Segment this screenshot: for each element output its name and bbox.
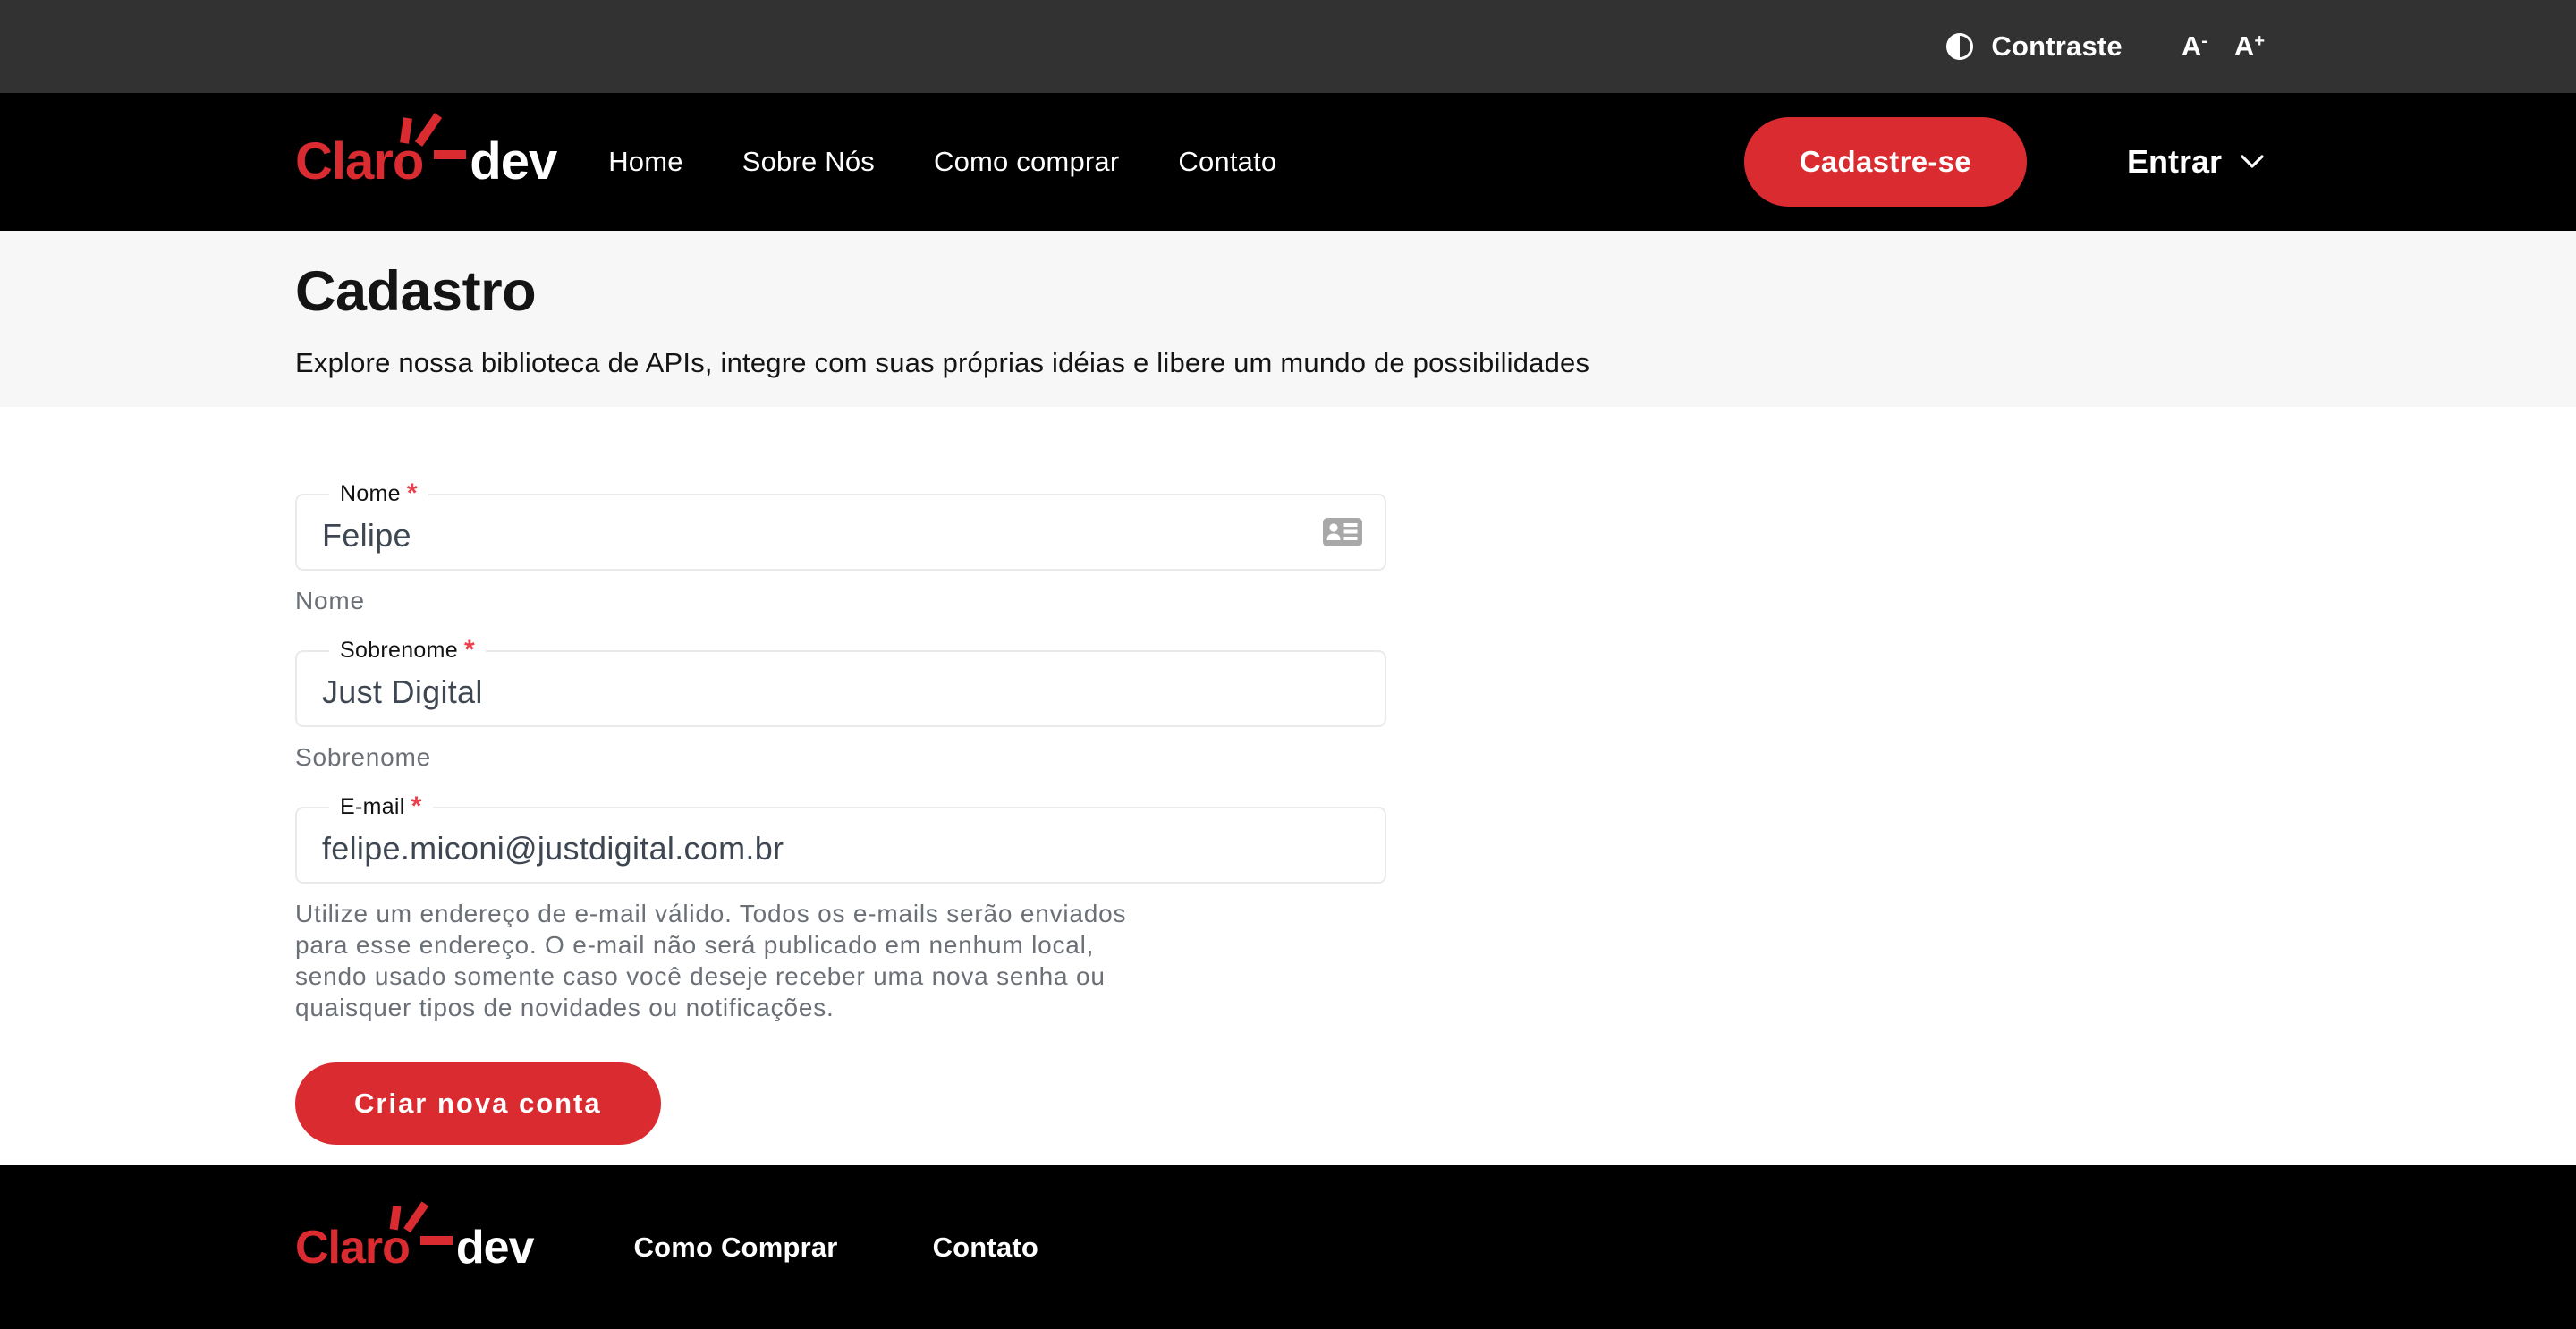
nav-item-sobre-nos[interactable]: Sobre Nós: [742, 146, 875, 178]
footer-link-contato[interactable]: Contato: [933, 1232, 1038, 1264]
page-subtitle: Explore nossa biblioteca de APIs, integr…: [295, 347, 2576, 379]
email-input[interactable]: [297, 808, 1385, 882]
page-hero: Cadastro Explore nossa biblioteca de API…: [0, 231, 2576, 407]
email-helper-text: Utilize um endereço de e-mail válido. To…: [295, 898, 1145, 1023]
create-account-button[interactable]: Criar nova conta: [295, 1062, 661, 1145]
footer-claro-dev-logo[interactable]: Claro dev: [295, 1224, 534, 1271]
accessibility-topbar: Contraste A- A+: [0, 0, 2576, 93]
name-input[interactable]: [297, 495, 1385, 569]
name-field-group: Nome* Nome: [295, 494, 2576, 616]
footer-logo-hyphen: [420, 1236, 453, 1245]
nav-item-contato[interactable]: Contato: [1178, 146, 1276, 178]
email-field: E-mail*: [295, 807, 1386, 884]
name-field: Nome*: [295, 494, 1386, 571]
chevron-down-icon: [2240, 154, 2265, 170]
email-field-label: E-mail*: [329, 794, 433, 820]
main-navigation: Home Sobre Nós Como comprar Contato: [608, 146, 1276, 178]
logo-hyphen: [434, 150, 466, 159]
required-asterisk: *: [411, 794, 422, 818]
name-field-label: Nome*: [329, 481, 428, 507]
required-asterisk: *: [407, 481, 418, 505]
contrast-toggle-button[interactable]: Contraste: [1945, 30, 2123, 63]
contrast-icon: [1945, 31, 1975, 62]
surname-field-group: Sobrenome* Sobrenome: [295, 650, 2576, 773]
contrast-label: Contraste: [1991, 30, 2123, 63]
registration-form: Nome* Nome Sobrenome* Sobrenome: [0, 407, 2576, 1165]
contact-card-icon[interactable]: [1322, 516, 1363, 548]
signup-button[interactable]: Cadastre-se: [1744, 117, 2027, 207]
surname-field: Sobrenome*: [295, 650, 1386, 727]
nav-item-como-comprar[interactable]: Como comprar: [934, 146, 1119, 178]
page-title: Cadastro: [295, 259, 2576, 324]
required-asterisk: *: [464, 638, 475, 662]
logo-rays-icon: [394, 107, 443, 147]
email-field-group: E-mail* Utilize um endereço de e-mail vá…: [295, 807, 2576, 1023]
login-menu-button[interactable]: Entrar: [2127, 143, 2265, 181]
footer-logo-dev-text: dev: [456, 1224, 534, 1271]
footer-logo-claro-text: Claro: [295, 1224, 410, 1271]
logo-dev-text: dev: [470, 136, 556, 188]
logo-claro-text: Claro: [295, 136, 423, 188]
footer-link-como-comprar[interactable]: Como Comprar: [634, 1232, 838, 1264]
footer-navigation: Como Comprar Contato: [634, 1232, 1039, 1264]
font-increase-button[interactable]: A+: [2234, 30, 2265, 63]
main-header: Claro dev Home Sobre Nós Como comprar Co…: [0, 93, 2576, 231]
login-label: Entrar: [2127, 143, 2222, 181]
header-actions: Cadastre-se Entrar: [1744, 117, 2265, 207]
nav-item-home[interactable]: Home: [608, 146, 683, 178]
claro-dev-logo[interactable]: Claro dev: [295, 136, 556, 188]
page-footer: Claro dev Como Comprar Contato: [0, 1165, 2576, 1329]
surname-field-label: Sobrenome*: [329, 638, 486, 664]
footer-logo-rays-icon: [385, 1196, 429, 1233]
font-decrease-button[interactable]: A-: [2182, 30, 2207, 63]
name-helper-text: Nome: [295, 585, 2576, 616]
font-size-controls: A- A+: [2182, 30, 2265, 63]
surname-helper-text: Sobrenome: [295, 741, 2576, 773]
